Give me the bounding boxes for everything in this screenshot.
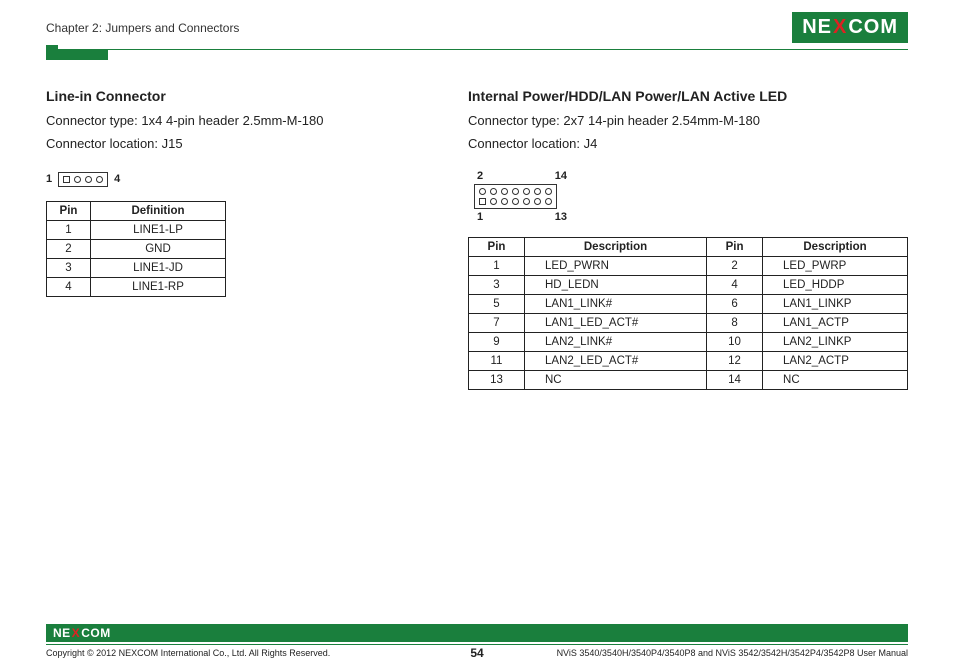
table-row: 13NC14NC — [469, 370, 908, 389]
header: Chapter 2: Jumpers and Connectors NEXCOM — [0, 0, 954, 45]
pin-icon — [501, 188, 508, 195]
pin-icon — [512, 188, 519, 195]
pin-label-4: 4 — [114, 173, 120, 185]
right-spec-type: Connector type: 2x7 14-pin header 2.54mm… — [468, 112, 908, 131]
footer: NEXCOM Copyright © 2012 NEXCOM Internati… — [0, 624, 954, 658]
left-column: Line-in Connector Connector type: 1x4 4-… — [46, 88, 432, 390]
pin-icon — [534, 188, 541, 195]
chapter-title: Chapter 2: Jumpers and Connectors — [46, 21, 239, 35]
page-number: 54 — [470, 646, 483, 660]
table-row: 1LED_PWRN2LED_PWRP — [469, 256, 908, 275]
footer-nexcom-logo: NEXCOM — [46, 624, 908, 642]
copyright-text: Copyright © 2012 NEXCOM International Co… — [46, 648, 330, 658]
col-description: Description — [525, 237, 707, 256]
content: Line-in Connector Connector type: 1x4 4-… — [0, 60, 954, 390]
pin-4-icon — [96, 176, 103, 183]
left-spec-loc: Connector location: J15 — [46, 135, 432, 154]
pin-icon — [523, 188, 530, 195]
pin-icon — [545, 188, 552, 195]
table-row: 3LINE1-JD — [47, 258, 226, 277]
pin-icon — [512, 198, 519, 205]
connector-body — [474, 184, 557, 209]
table-row: 7LAN1_LED_ACT#8LAN1_ACTP — [469, 313, 908, 332]
pin-1-icon — [63, 176, 70, 183]
pin-3-icon — [85, 176, 92, 183]
table-row: 2GND — [47, 239, 226, 258]
table-row: 4LINE1-RP — [47, 277, 226, 296]
table-row: 3HD_LEDN4LED_HDDP — [469, 275, 908, 294]
pin-label-2: 2 — [477, 170, 483, 182]
pin-label-1: 1 — [477, 211, 483, 223]
right-column: Internal Power/HDD/LAN Power/LAN Active … — [468, 88, 908, 390]
table-row: 11LAN2_LED_ACT#12LAN2_ACTP — [469, 351, 908, 370]
pin-label-1: 1 — [46, 173, 52, 185]
right-pin-table: Pin Description Pin Description 1LED_PWR… — [468, 237, 908, 390]
table-row: 5LAN1_LINK#6LAN1_LINKP — [469, 294, 908, 313]
table-row: 1LINE1-LP — [47, 220, 226, 239]
table-header-row: Pin Description Pin Description — [469, 237, 908, 256]
table-row: 9LAN2_LINK#10LAN2_LINKP — [469, 332, 908, 351]
right-spec-loc: Connector location: J4 — [468, 135, 908, 154]
connector-2x7-diagram: 2 14 — [468, 170, 908, 223]
pin-1-icon — [479, 198, 486, 205]
pin-icon — [534, 198, 541, 205]
nexcom-logo: NEXCOM — [792, 12, 908, 43]
pin-2-icon — [74, 176, 81, 183]
manual-title: NViS 3540/3540H/3540P4/3540P8 and NViS 3… — [557, 648, 908, 658]
header-rule — [0, 49, 954, 60]
pin-label-14: 14 — [555, 170, 567, 182]
col-pin: Pin — [707, 237, 763, 256]
connector-body — [58, 172, 108, 187]
connector-1x4-diagram: 1 4 — [46, 172, 432, 187]
pin-icon — [490, 198, 497, 205]
left-spec-type: Connector type: 1x4 4-pin header 2.5mm-M… — [46, 112, 432, 131]
pin-label-13: 13 — [555, 211, 567, 223]
col-description: Description — [763, 237, 908, 256]
header-accent-block — [46, 45, 58, 53]
pin-icon — [490, 188, 497, 195]
table-header-row: Pin Definition — [47, 201, 226, 220]
pin-icon — [545, 198, 552, 205]
pin-icon — [479, 188, 486, 195]
pin-icon — [523, 198, 530, 205]
col-pin: Pin — [47, 201, 91, 220]
pin-icon — [501, 198, 508, 205]
left-title: Line-in Connector — [46, 88, 432, 104]
col-definition: Definition — [91, 201, 226, 220]
left-pin-table: Pin Definition 1LINE1-LP 2GND 3LINE1-JD … — [46, 201, 226, 297]
right-title: Internal Power/HDD/LAN Power/LAN Active … — [468, 88, 908, 104]
col-pin: Pin — [469, 237, 525, 256]
